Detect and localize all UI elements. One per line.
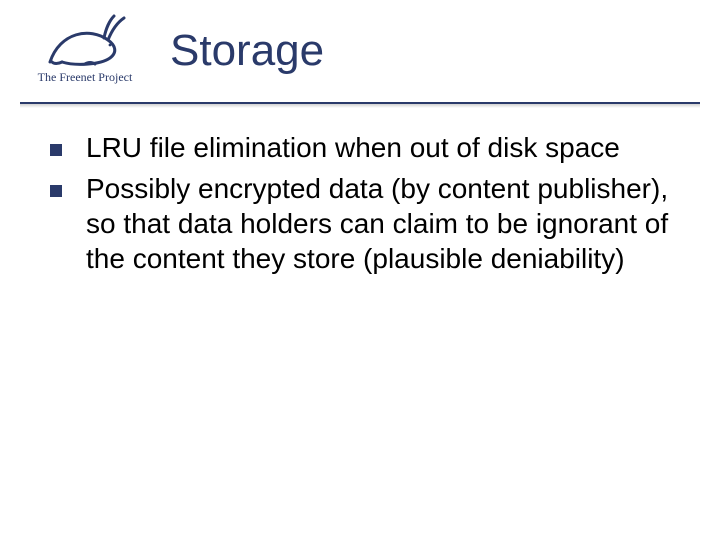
logo-caption: The Freenet Project (20, 70, 150, 85)
square-bullet-icon (50, 144, 62, 156)
slide-title: Storage (170, 26, 324, 76)
slide: The Freenet Project Storage LRU file eli… (0, 0, 720, 540)
bullet-text: Possibly encrypted data (by content publ… (86, 171, 690, 276)
slide-body: LRU file elimination when out of disk sp… (50, 130, 690, 282)
header-divider (20, 102, 700, 108)
list-item: Possibly encrypted data (by content publ… (50, 171, 690, 276)
slide-header: The Freenet Project Storage (0, 0, 720, 122)
list-item: LRU file elimination when out of disk sp… (50, 130, 690, 165)
square-bullet-icon (50, 185, 62, 197)
rabbit-icon (40, 12, 130, 68)
bullet-text: LRU file elimination when out of disk sp… (86, 130, 620, 165)
logo: The Freenet Project (20, 12, 150, 85)
